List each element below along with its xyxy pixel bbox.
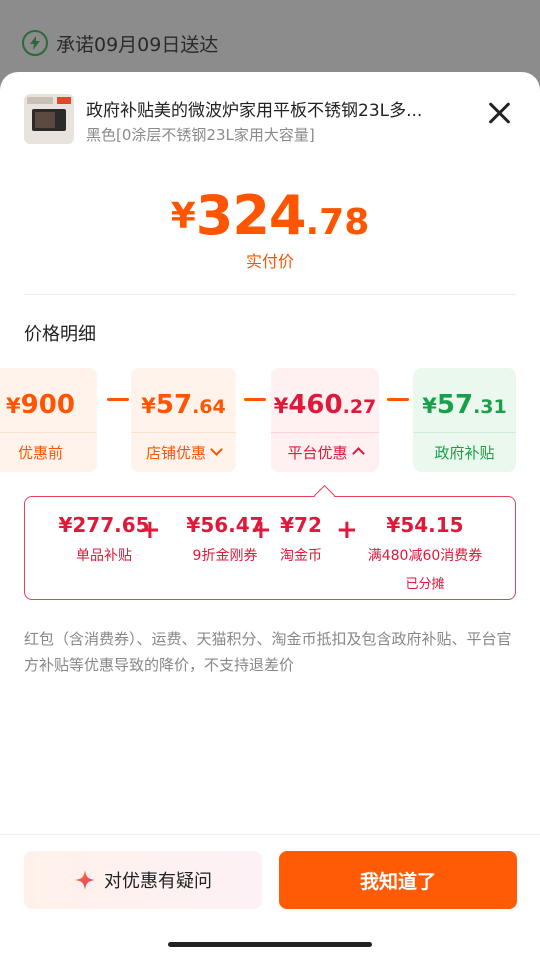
delivery-promise-text: 承诺09月09日送达 (56, 33, 219, 56)
minus-icon (244, 398, 266, 401)
detail-name: 满480减60消费券 (367, 548, 483, 564)
detail-subnote: 已分摊 (405, 577, 445, 592)
card-decimal: .27 (342, 396, 377, 418)
pointer-arrow (313, 484, 336, 507)
platform-discount-detail: ¥277.65 单品补贴 + ¥56.47 9折金刚券 + ¥72 淘金币 + … (24, 484, 516, 600)
price-note: 红包（含消费券）、运费、天猫积分、淘金币抵扣及包含政府补贴、平台官方补贴等优惠导… (24, 630, 512, 674)
home-indicator (168, 942, 372, 947)
close-icon[interactable] (486, 100, 512, 126)
product-thumbnail (24, 94, 74, 144)
product-summary: 政府补贴美的微波炉家用平板不锈钢23L多... 黑色[0涂层不锈钢23L家用大容… (24, 94, 516, 148)
card-decimal: .31 (473, 396, 507, 418)
detail-name: 单品补贴 (76, 548, 132, 564)
detail-value: ¥54.15 (386, 513, 464, 537)
got-it-button[interactable]: 我知道了 (279, 851, 517, 909)
price-detail-sheet: 政府补贴美的微波炉家用平板不锈钢23L多... 黑色[0涂层不锈钢23L家用大容… (0, 72, 540, 958)
minus-icon (107, 398, 129, 401)
question-discount-label: 对优惠有疑问 (104, 871, 212, 892)
card-label: 优惠前 (17, 444, 63, 462)
card-currency: ¥ (273, 394, 289, 418)
final-price-currency: ¥ (170, 196, 196, 237)
card-decimal: .64 (192, 396, 226, 418)
card-integer: 900 (20, 390, 75, 420)
product-title: 政府补贴美的微波炉家用平板不锈钢23L多... (86, 101, 423, 121)
card-currency: ¥ (141, 394, 156, 418)
detail-item: ¥54.15 满480减60消费券 已分摊 (360, 513, 490, 592)
chevron-up-icon (351, 447, 365, 460)
detail-name: 9折金刚券 (192, 548, 258, 564)
bolt-icon (22, 30, 48, 56)
chevron-down-icon (210, 443, 223, 456)
final-price-label: 实付价 (245, 252, 294, 271)
card-integer: 57 (155, 390, 193, 420)
card-original-price: ¥900 优惠前 (0, 368, 97, 472)
detail-name: 淘金币 (280, 548, 322, 564)
card-platform-discount[interactable]: ¥460.27 平台优惠 (271, 368, 379, 472)
plus-icon: + (336, 515, 358, 545)
question-discount-button[interactable]: 对优惠有疑问 (24, 851, 262, 909)
divider (24, 294, 516, 295)
plus-icon: + (139, 515, 161, 545)
card-label: 平台优惠 (287, 444, 348, 462)
detail-item: ¥72 淘金币 (271, 513, 331, 565)
card-label: 政府补贴 (434, 444, 495, 462)
final-price: ¥324.78 (0, 184, 540, 247)
minus-icon (387, 398, 409, 401)
final-price-integer: 324 (195, 184, 307, 247)
delivery-promise: 承诺09月09日送达 (22, 28, 218, 58)
card-store-discount[interactable]: ¥57.64 店铺优惠 (131, 368, 236, 472)
card-integer: 460 (288, 390, 343, 420)
final-price-decimal: .78 (305, 202, 370, 243)
got-it-label: 我知道了 (359, 870, 436, 893)
price-breakdown: ¥900 优惠前 ¥57.64 店铺优惠 ¥460.27 平台优惠 ¥57.31… (0, 368, 516, 472)
plus-icon: + (250, 515, 272, 545)
sparkle-icon (75, 870, 95, 890)
card-integer: 57 (436, 390, 474, 420)
footer-divider (0, 834, 540, 835)
card-currency: ¥ (422, 394, 437, 418)
product-spec: 黑色[0涂层不锈钢23L家用大容量] (86, 126, 315, 144)
card-label: 店铺优惠 (145, 444, 206, 462)
card-government-subsidy: ¥57.31 政府补贴 (413, 368, 516, 472)
section-title: 价格明细 (24, 324, 96, 345)
detail-value: ¥72 (280, 513, 322, 537)
card-currency: ¥ (6, 394, 21, 418)
